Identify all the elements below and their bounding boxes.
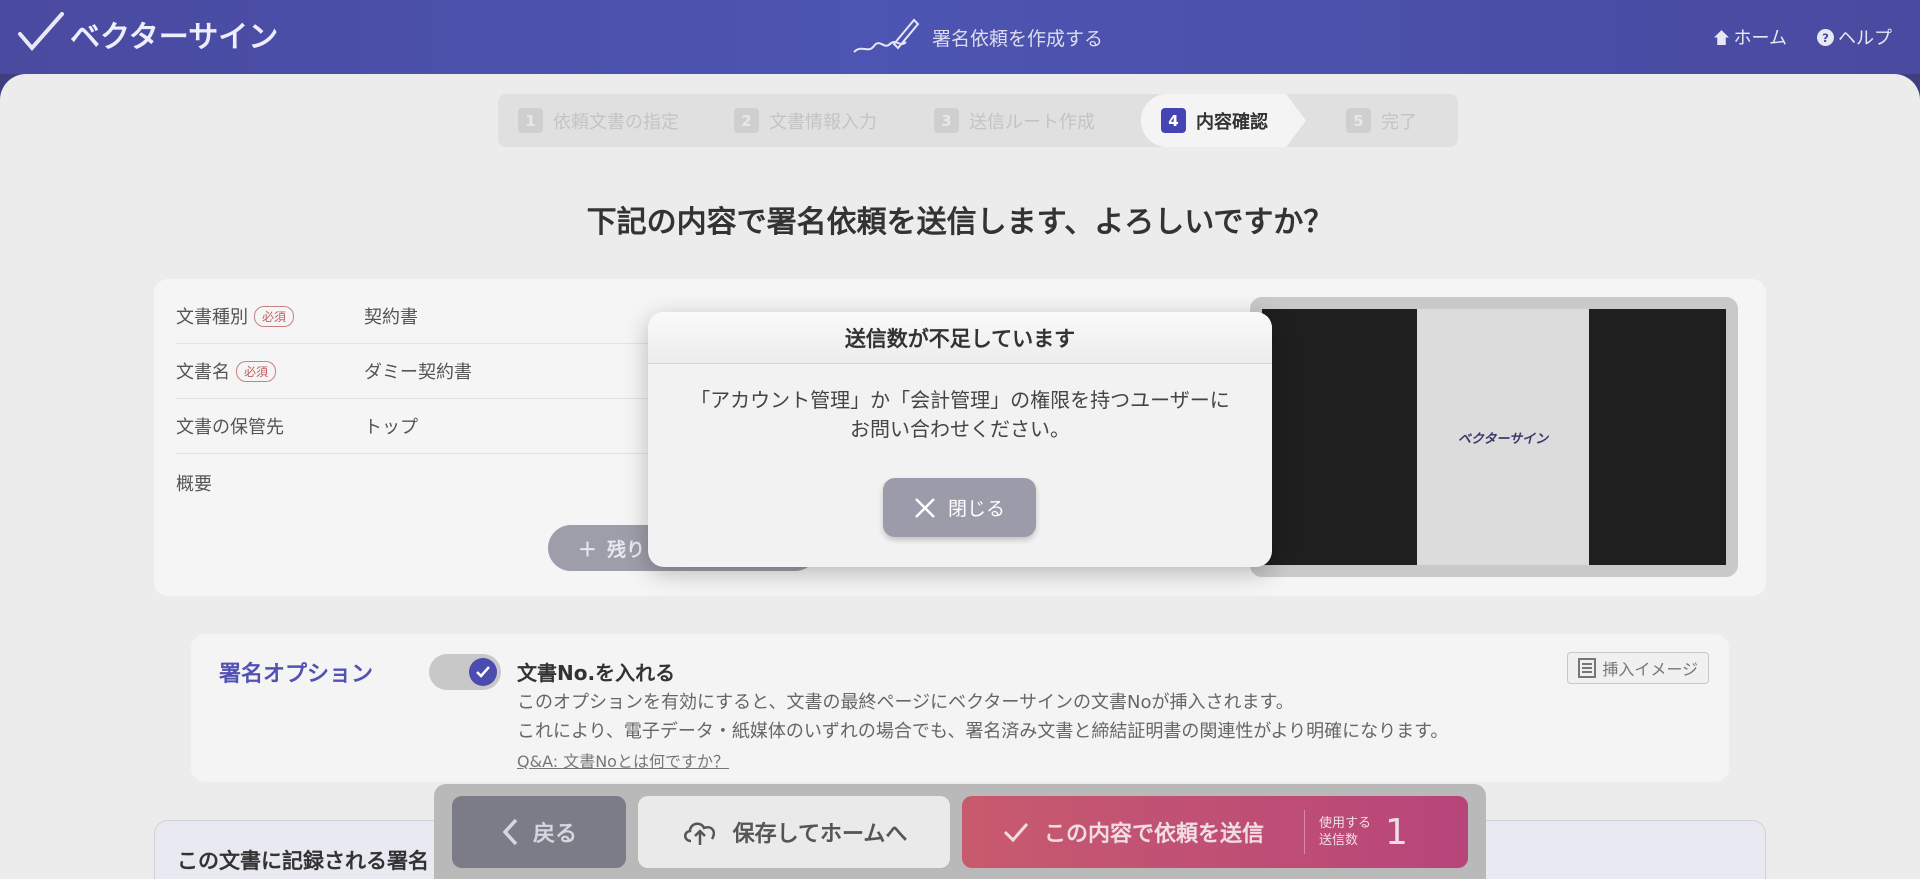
close-icon [915,497,935,518]
insufficient-sends-dialog: 送信数が不足しています 「アカウント管理」か「会計管理」の権限を持つユーザーに … [648,312,1272,567]
close-button[interactable]: 閉じる [883,478,1036,537]
close-label: 閉じる [947,498,1005,520]
message-line: お問い合わせください。 [850,417,1070,441]
dialog-message: 「アカウント管理」か「会計管理」の権限を持つユーザーに お問い合わせください。 [648,364,1272,444]
message-line: 「アカウント管理」か「会計管理」の権限を持つユーザーに [690,388,1230,412]
dialog-title: 送信数が不足しています [648,312,1272,364]
